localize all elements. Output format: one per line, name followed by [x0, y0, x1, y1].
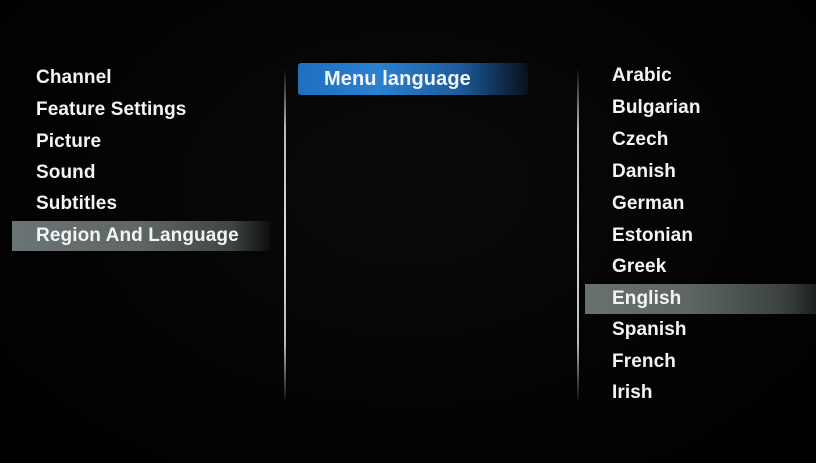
language-option-spanish[interactable]: Spanish — [612, 315, 687, 345]
language-option-danish[interactable]: Danish — [612, 157, 676, 187]
column-divider-right — [577, 68, 579, 403]
language-option-czech[interactable]: Czech — [612, 125, 668, 155]
language-option-irish[interactable]: Irish — [612, 378, 653, 408]
language-option-bulgarian[interactable]: Bulgarian — [612, 93, 701, 123]
main-menu-item-feature-settings[interactable]: Feature Settings — [36, 95, 186, 125]
main-menu-item-sound[interactable]: Sound — [36, 158, 96, 188]
language-option-english[interactable]: English — [585, 284, 816, 314]
column-divider-left — [284, 68, 286, 403]
language-option-german[interactable]: German — [612, 189, 684, 219]
language-option-arabic[interactable]: Arabic — [612, 61, 672, 91]
submenu-item-menu-language[interactable]: Menu language — [298, 63, 528, 95]
tv-settings-screen: Channel Feature Settings Picture Sound S… — [0, 0, 816, 463]
main-menu-item-picture[interactable]: Picture — [36, 127, 101, 157]
language-option-french[interactable]: French — [612, 347, 676, 377]
main-menu-item-region-and-language[interactable]: Region And Language — [12, 221, 270, 251]
main-menu-item-channel[interactable]: Channel — [36, 63, 112, 93]
language-option-greek[interactable]: Greek — [612, 252, 666, 282]
main-menu-item-subtitles[interactable]: Subtitles — [36, 189, 117, 219]
language-option-estonian[interactable]: Estonian — [612, 221, 693, 251]
